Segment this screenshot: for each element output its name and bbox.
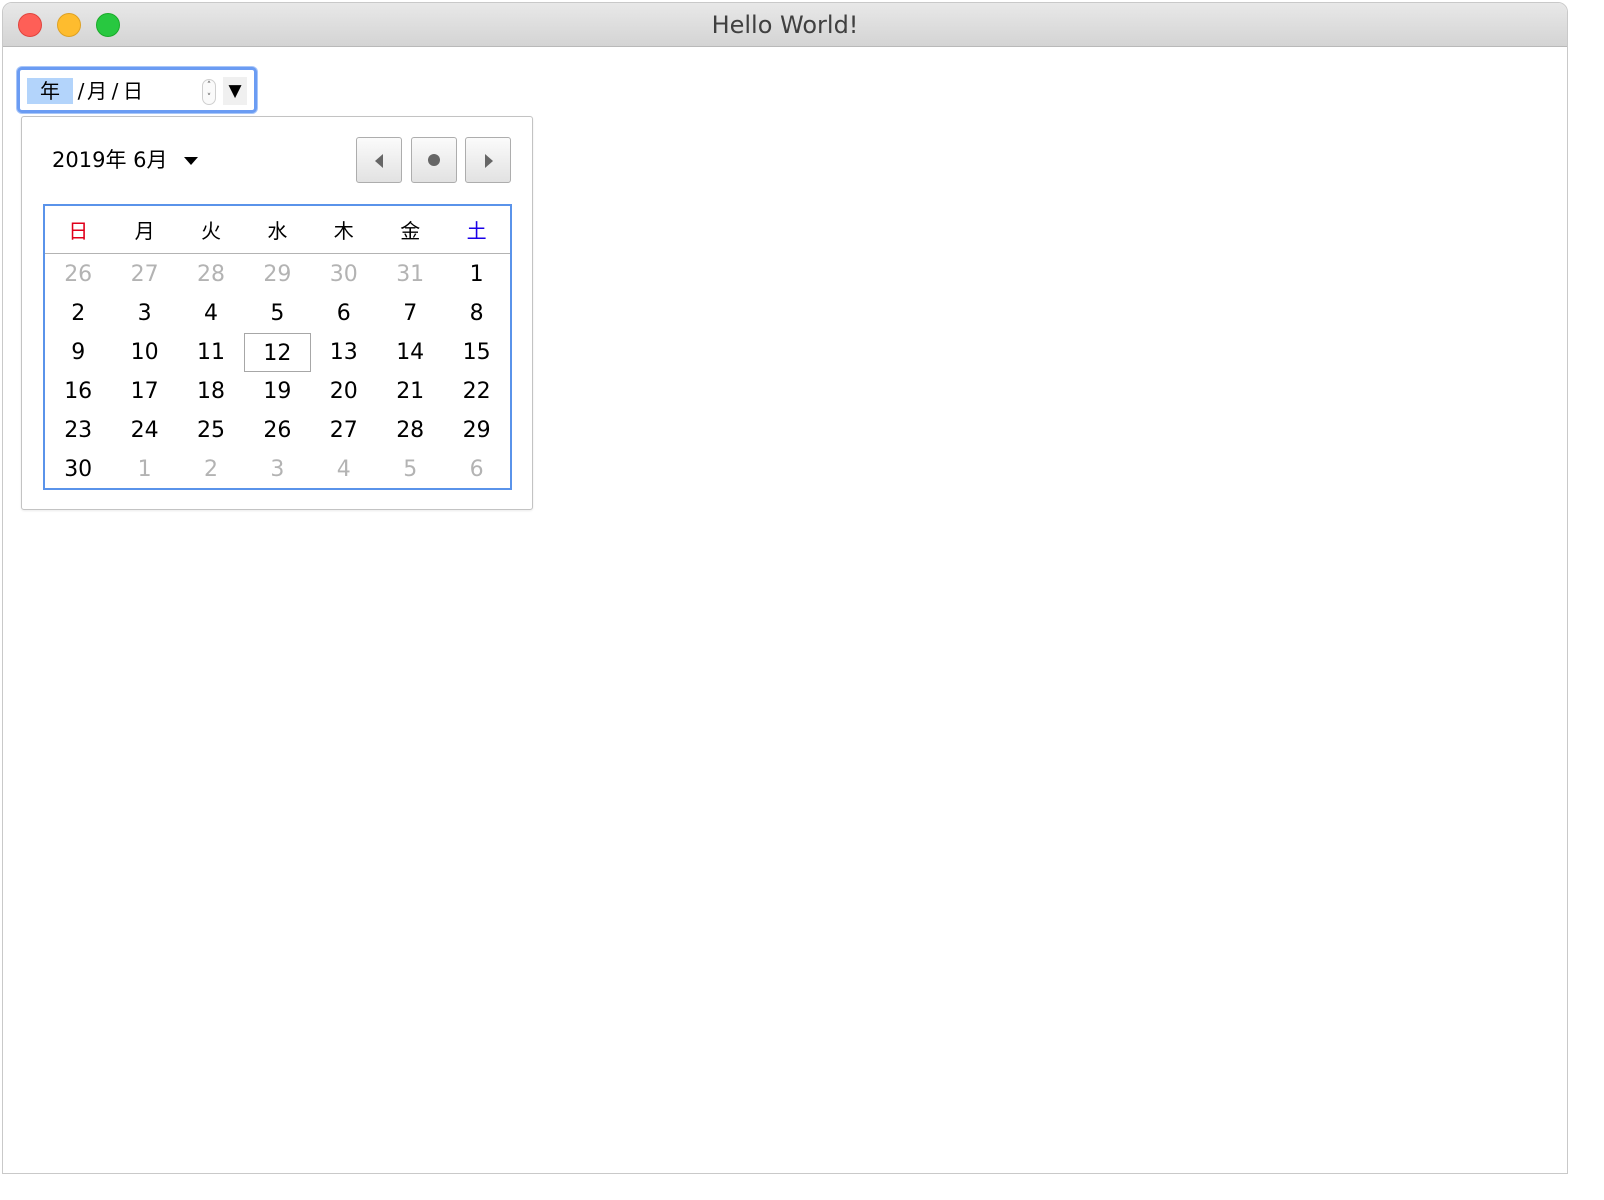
calendar-day[interactable]: 14 [377,333,443,372]
calendar-day[interactable]: 29 [244,255,310,294]
calendar-day[interactable]: 24 [111,411,177,450]
calendar-day[interactable]: 3 [111,294,177,333]
calendar-day[interactable]: 1 [111,450,177,489]
calendar-day[interactable]: 22 [443,372,509,411]
calendar-day[interactable]: 28 [377,411,443,450]
previous-month-button[interactable] [356,137,402,183]
calendar-grid: 日月火水木金土 26 27 28 29 30 31 1 2 3 4 5 6 7 8 9 10 11 12 13 14 1… [43,204,512,490]
date-separator: / [111,79,119,103]
dot-icon [428,154,440,166]
title-bar[interactable]: Hello World! [3,3,1567,47]
calendar-day[interactable]: 2 [45,294,111,333]
calendar-day[interactable]: 7 [377,294,443,333]
calendar-day[interactable]: 28 [178,255,244,294]
window-title: Hello World! [711,11,859,39]
calendar-day[interactable]: 17 [111,372,177,411]
calendar-day[interactable]: 29 [443,411,509,450]
calendar-day[interactable]: 26 [45,255,111,294]
calendar-day[interactable]: 18 [178,372,244,411]
calendar-popup: 2019年 6月 日月火水木金土 26 27 28 29 30 31 1 2 3 4 5 6 7 8 9 10… [21,116,533,510]
calendar-day[interactable]: 30 [311,255,377,294]
caret-down-icon[interactable] [184,157,198,165]
calendar-day[interactable]: 27 [111,255,177,294]
weekday-label: 金 [400,219,421,243]
date-day-segment[interactable]: 日 [122,78,144,104]
calendar-day[interactable]: 23 [45,411,111,450]
calendar-day[interactable]: 2 [178,450,244,489]
calendar-day[interactable]: 9 [45,333,111,372]
weekday-label: 木 [333,219,354,243]
calendar-day[interactable]: 3 [244,450,310,489]
calendar-day[interactable]: 1 [443,255,509,294]
calendar-day-today[interactable]: 12 [244,333,311,372]
app-window: Hello World! 年 / 月 / 日 ˄ ˅ ▼ 2019年 6月 日 … [2,2,1568,1174]
calendar-day[interactable]: 8 [443,294,509,333]
calendar-day[interactable]: 13 [311,333,377,372]
stepper-up-icon[interactable]: ˄ [203,80,215,92]
weekday-label: 土 [466,219,487,243]
calendar-day[interactable]: 16 [45,372,111,411]
calendar-day[interactable]: 15 [443,333,509,372]
month-year-selector[interactable]: 2019年 6月 [52,145,167,175]
calendar-day[interactable]: 25 [178,411,244,450]
calendar-day[interactable]: 11 [178,333,244,372]
next-month-button[interactable] [465,137,511,183]
calendar-day[interactable]: 4 [311,450,377,489]
weekday-header: 日月火水木金土 [45,206,510,254]
calendar-day[interactable]: 10 [111,333,177,372]
calendar-day[interactable]: 20 [311,372,377,411]
calendar-day[interactable]: 26 [244,411,310,450]
weekday-label: 日 [68,219,89,243]
calendar-day[interactable]: 30 [45,450,111,489]
triangle-left-icon [375,154,383,168]
date-input[interactable]: 年 / 月 / 日 ˄ ˅ ▼ [17,67,257,113]
calendar-day[interactable]: 6 [443,450,509,489]
date-year-segment[interactable]: 年 [27,78,73,104]
calendar-day[interactable]: 5 [244,294,310,333]
calendar-day[interactable]: 19 [244,372,310,411]
screen: Hello World! 年 / 月 / 日 ˄ ˅ ▼ 2019年 6月 日 … [0,0,1604,1200]
calendar-day[interactable]: 4 [178,294,244,333]
calendar-day[interactable]: 21 [377,372,443,411]
weekday-label: 火 [200,219,221,243]
triangle-right-icon [485,154,493,168]
calendar-dropdown-button[interactable]: ▼ [223,77,247,105]
weekday-label: 水 [267,219,288,243]
stepper-down-icon[interactable]: ˅ [203,92,215,104]
calendar-day[interactable]: 27 [311,411,377,450]
today-button[interactable] [411,137,457,183]
date-stepper[interactable]: ˄ ˅ [202,79,216,105]
calendar-day[interactable]: 31 [377,255,443,294]
date-month-segment[interactable]: 月 [86,78,108,104]
calendar-day[interactable]: 6 [311,294,377,333]
calendar-day[interactable]: 5 [377,450,443,489]
weekday-label: 月 [134,219,155,243]
